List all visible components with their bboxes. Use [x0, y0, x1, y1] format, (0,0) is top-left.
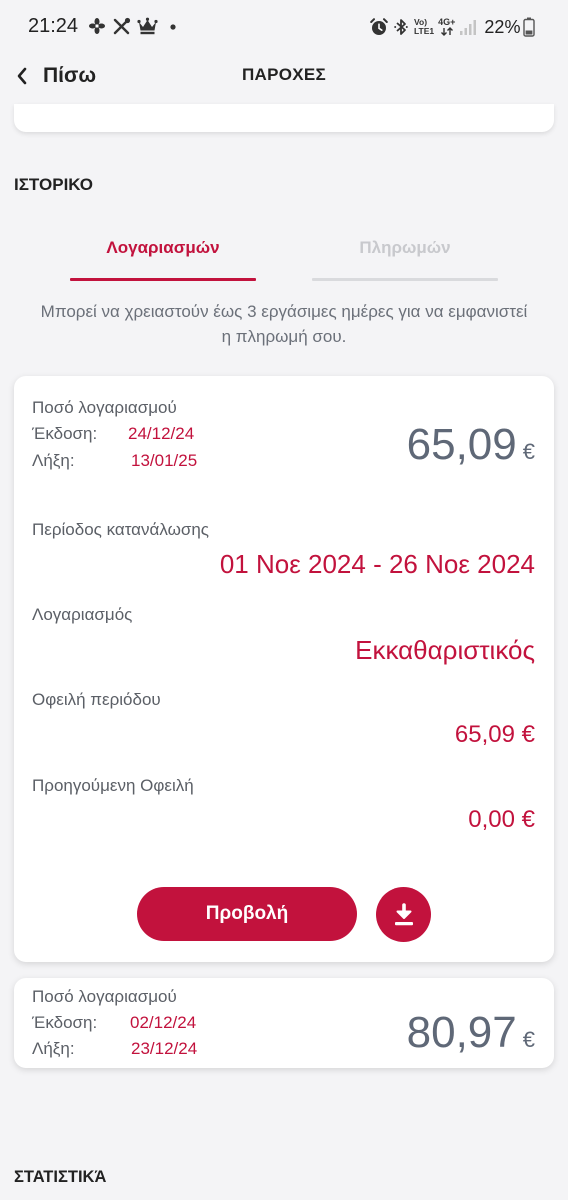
amount-label: Ποσό λογαριασμού — [32, 398, 177, 417]
amount-label: Ποσό λογαριασμού — [32, 987, 177, 1006]
bill-amount: 80,97 € — [407, 1008, 535, 1058]
tab-payments-label: Πληρωμών — [359, 238, 451, 257]
issue-date: 24/12/24 — [128, 424, 195, 443]
tab-bills-label: Λογαριασμών — [106, 238, 220, 257]
tab-payments-indicator — [312, 278, 498, 281]
tab-bills-indicator — [70, 278, 256, 281]
payment-delay-notice: Μπορεί να χρειαστούν έως 3 εργάσιμες ημέ… — [40, 302, 528, 346]
issue-label: Έκδοση: — [32, 424, 98, 443]
notification-dot-icon — [170, 24, 176, 30]
bill-amount-value: 65,09 — [406, 420, 517, 469]
due-label: Λήξη: — [32, 1039, 75, 1058]
previous-section-card — [14, 104, 554, 132]
download-bill-button[interactable] — [376, 887, 431, 942]
issue-label: Έκδοση: — [32, 1013, 98, 1032]
page-title: ΠΑΡΟΧΕΣ — [241, 65, 327, 84]
signal-icon — [459, 18, 477, 36]
crown-icon — [137, 17, 158, 35]
bill-type-value: Εκκαθαριστικός — [355, 635, 535, 665]
due-label: Λήξη: — [32, 451, 75, 470]
previous-due-value: 0,00 € — [468, 806, 535, 833]
bluetooth-icon — [394, 18, 408, 36]
tools-icon — [112, 17, 131, 36]
status-bar: 21:24 Vo) LTE1 4G+ 22% — [0, 0, 568, 52]
due-date: 13/01/25 — [131, 451, 198, 470]
status-time: 21:24 — [28, 15, 79, 37]
network-type-label: 4G+ — [438, 17, 456, 27]
period-due-label: Οφειλή περιόδου — [32, 690, 161, 709]
tab-payments[interactable]: Πληρωμών — [312, 232, 498, 281]
battery-percent: 22% — [484, 16, 521, 37]
tab-bills[interactable]: Λογαριασμών — [70, 232, 256, 281]
previous-due-label: Προηγούμενη Οφειλή — [32, 776, 194, 795]
period-value: 01 Νοε 2024 - 26 Νοε 2024 — [219, 549, 535, 579]
due-date: 23/12/24 — [131, 1039, 198, 1058]
bill-type-label: Λογαριασμός — [32, 605, 133, 624]
volte-icon: Vo) LTE1 — [414, 18, 434, 36]
download-icon — [391, 902, 417, 928]
view-bill-button[interactable]: Προβολή — [137, 887, 357, 941]
battery-icon — [523, 17, 536, 37]
network-icon: 4G+ — [438, 18, 455, 36]
period-label: Περίοδος κατανάλωσης — [32, 520, 209, 539]
period-due-value: 65,09 € — [454, 721, 535, 748]
fan-icon — [88, 17, 106, 35]
bill-amount-currency: € — [522, 439, 535, 464]
statistics-heading: ΣΤΑΤΙΣΤΙΚΆ — [14, 1168, 107, 1186]
status-right-group: Vo) LTE1 4G+ 22% — [369, 14, 536, 40]
alarm-icon — [369, 17, 389, 37]
bill-amount-currency: € — [522, 1027, 535, 1052]
history-heading: ΙΣΤΟΡΙΚΟ — [14, 175, 94, 194]
bill-amount-value: 80,97 — [406, 1008, 517, 1057]
issue-date: 02/12/24 — [130, 1013, 197, 1032]
bill-amount: 65,09 € — [407, 420, 535, 470]
volte-bottom-label: LTE1 — [414, 26, 435, 36]
bill-card[interactable]: Ποσό λογαριασμού Έκδοση: 24/12/24 Λήξη: … — [14, 376, 554, 962]
bill-card[interactable]: Ποσό λογαριασμού Έκδοση: 02/12/24 Λήξη: … — [14, 978, 554, 1068]
